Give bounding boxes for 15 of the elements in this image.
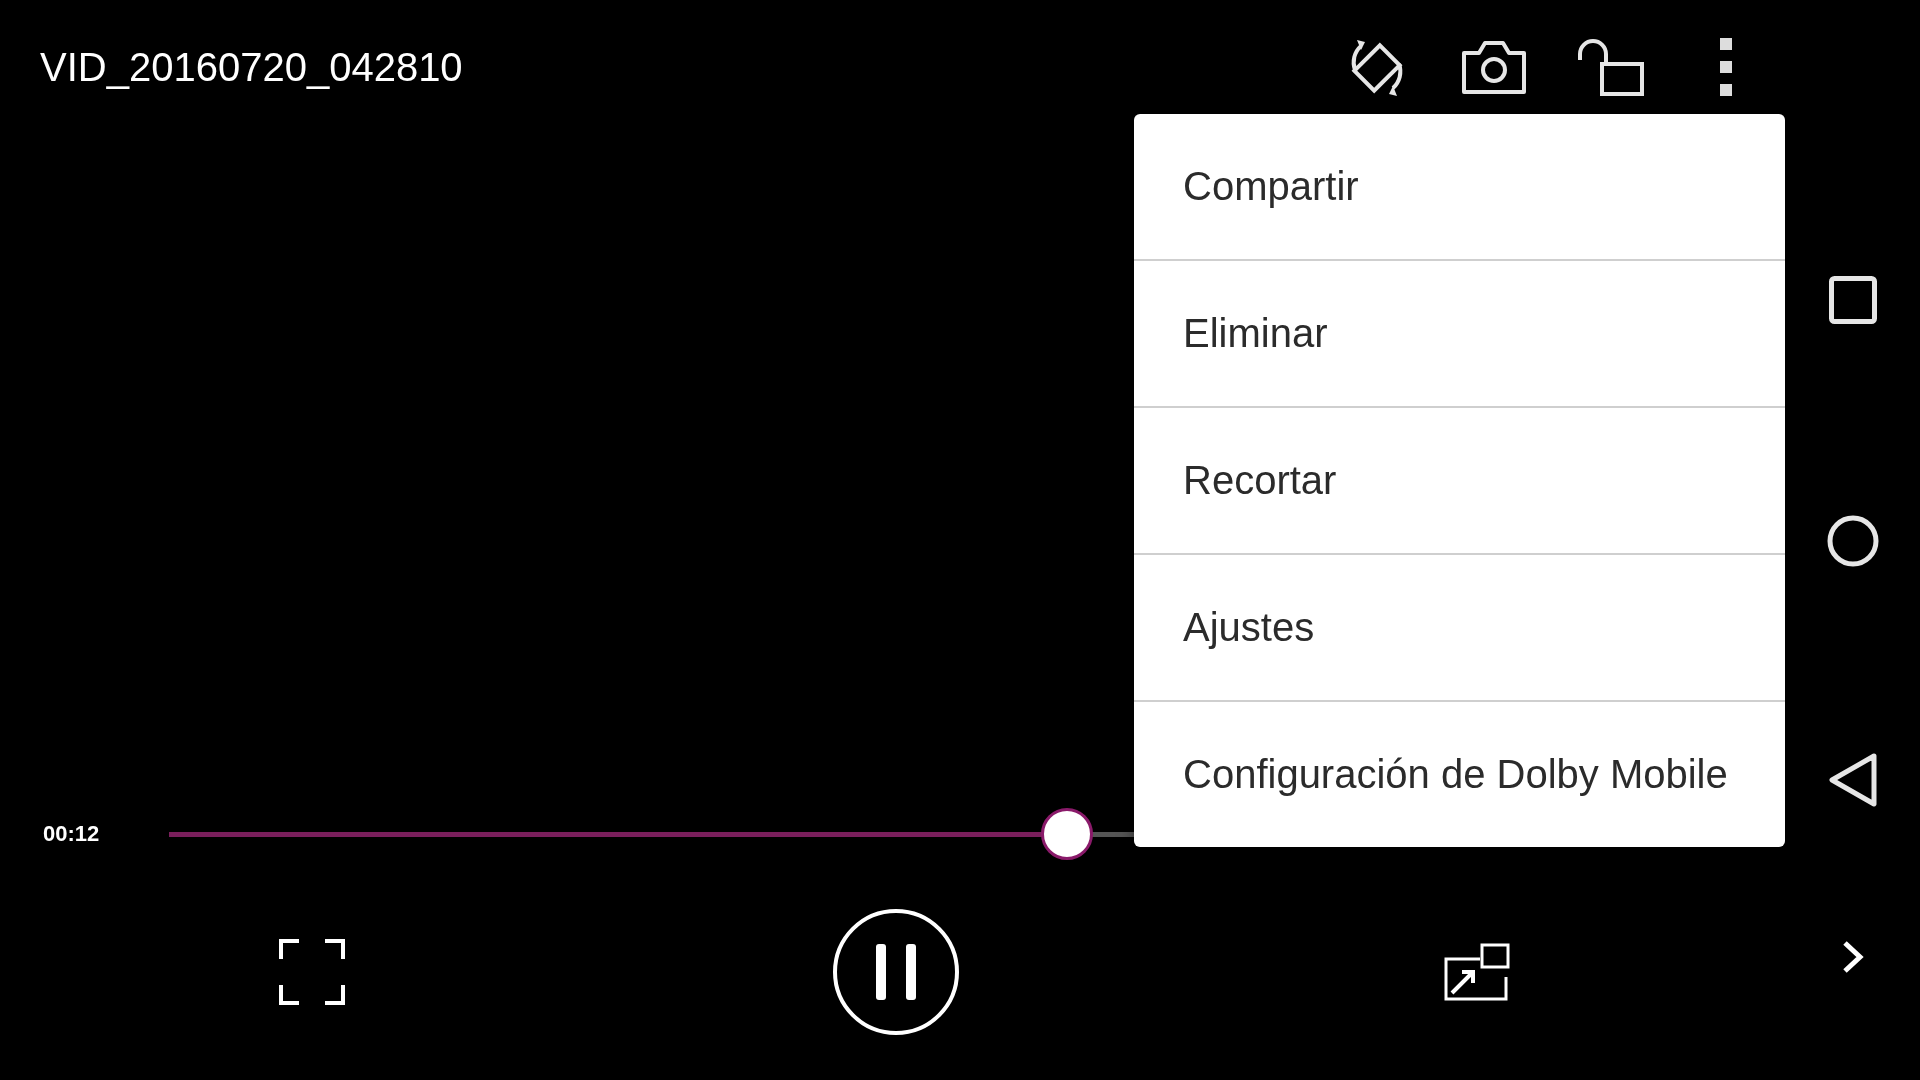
seek-handle[interactable] bbox=[1040, 808, 1093, 860]
menu-item[interactable]: Eliminar bbox=[1134, 259, 1785, 406]
chevron-right-icon[interactable] bbox=[1841, 940, 1864, 974]
pause-button[interactable] bbox=[832, 908, 960, 1036]
video-title: VID_20160720_042810 bbox=[40, 44, 464, 90]
home-icon[interactable] bbox=[1826, 515, 1879, 567]
picture-in-picture-icon[interactable] bbox=[1443, 943, 1510, 1001]
fullscreen-icon[interactable] bbox=[279, 939, 345, 1005]
menu-item[interactable]: Configuración de Dolby Mobile bbox=[1134, 700, 1785, 847]
menu-item[interactable]: Compartir bbox=[1134, 114, 1785, 259]
elapsed-time: 00:12 bbox=[43, 821, 100, 846]
recent-apps-icon[interactable] bbox=[1828, 276, 1877, 324]
back-icon[interactable] bbox=[1827, 752, 1878, 808]
menu-item[interactable]: Recortar bbox=[1134, 406, 1785, 553]
menu-item[interactable]: Ajustes bbox=[1134, 553, 1785, 700]
